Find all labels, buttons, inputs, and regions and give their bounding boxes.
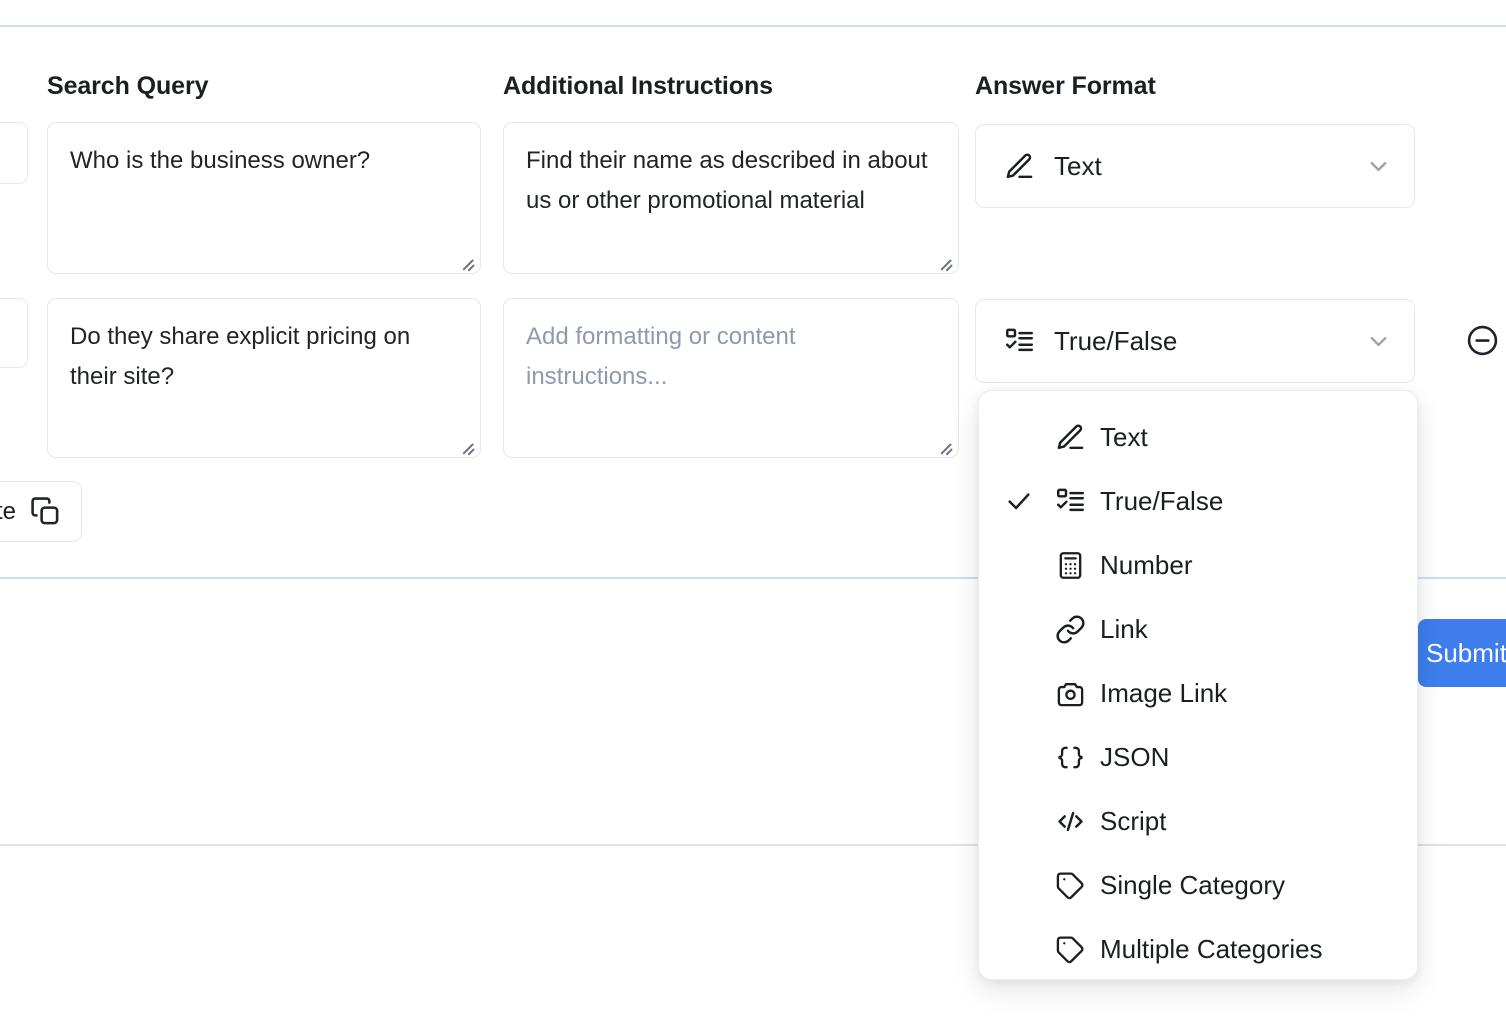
column-header-answer-format: Answer Format [975,72,1156,101]
minus-circle-icon [1465,323,1500,358]
menu-item-label: Script [1100,806,1166,837]
tag-icon [1053,934,1087,965]
check-icon [1005,487,1033,515]
menu-item-label: Text [1100,422,1148,453]
menu-item-json[interactable]: JSON [979,725,1417,789]
braces-icon [1053,742,1087,773]
menu-item-number[interactable]: Number [979,533,1417,597]
search-query-input-1[interactable]: Who is the business owner? [47,122,481,274]
pencil-line-icon [1002,151,1036,182]
calculator-icon [1053,550,1087,581]
menu-item-label: True/False [1100,486,1223,517]
duplicate-row-button[interactable]: Duplicate [0,481,82,542]
copy-icon [30,496,61,527]
menu-item-label: Image Link [1100,678,1227,709]
answer-format-dropdown-menu: Text True/False [978,390,1418,980]
camera-icon [1053,678,1087,709]
menu-item-multiple-categories[interactable]: Multiple Categories [979,917,1417,980]
menu-item-label: JSON [1100,742,1169,773]
resize-handle-icon[interactable] [937,253,953,269]
search-query-value-1: Who is the business owner? [70,147,370,174]
column-header-search-query: Search Query [47,72,208,101]
resize-handle-icon[interactable] [459,437,475,453]
additional-instructions-input-2[interactable]: Add formatting or content instructions..… [503,298,959,458]
answer-format-value-1: Text [1054,151,1365,182]
menu-item-script[interactable]: Script [979,789,1417,853]
menu-item-label: Single Category [1100,870,1285,901]
menu-item-image-link[interactable]: Image Link [979,661,1417,725]
additional-instructions-placeholder-2: Add formatting or content instructions..… [526,323,795,390]
column-header-additional-instructions: Additional Instructions [503,72,773,101]
menu-item-label: Number [1100,550,1192,581]
row-index-field-1[interactable] [0,122,28,184]
list-checks-icon [1053,486,1087,517]
tag-icon [1053,870,1087,901]
pencil-line-icon [1053,422,1087,453]
answer-format-select-1[interactable]: Text [975,124,1415,208]
menu-item-true-false[interactable]: True/False [979,469,1417,533]
menu-item-single-category[interactable]: Single Category [979,853,1417,917]
answer-format-editor-screen: Search Query Additional Instructions Ans… [0,0,1506,1024]
duplicate-row-label: Duplicate [0,498,16,526]
resize-handle-icon[interactable] [937,437,953,453]
menu-item-text[interactable]: Text [979,405,1417,469]
chevron-down-icon[interactable] [1365,153,1392,180]
remove-row-button[interactable] [1464,322,1500,358]
answer-format-value-2: True/False [1054,326,1365,357]
resize-handle-icon[interactable] [459,253,475,269]
additional-instructions-input-1[interactable]: Find their name as described in about us… [503,122,959,274]
list-checks-icon [1002,326,1036,357]
answer-format-select-2[interactable]: True/False [975,299,1415,383]
menu-item-link[interactable]: Link [979,597,1417,661]
section-divider-top [0,25,1506,27]
code-icon [1053,806,1087,837]
additional-instructions-value-1: Find their name as described in about us… [526,147,928,214]
search-query-input-2[interactable]: Do they share explicit pricing on their … [47,298,481,458]
menu-item-label: Multiple Categories [1100,934,1323,965]
submit-button[interactable]: Submit [1418,619,1506,687]
link-icon [1053,614,1087,645]
chevron-down-icon[interactable] [1365,328,1392,355]
search-query-value-2: Do they share explicit pricing on their … [70,323,410,390]
menu-item-label: Link [1100,614,1148,645]
row-index-field-2[interactable] [0,298,28,368]
